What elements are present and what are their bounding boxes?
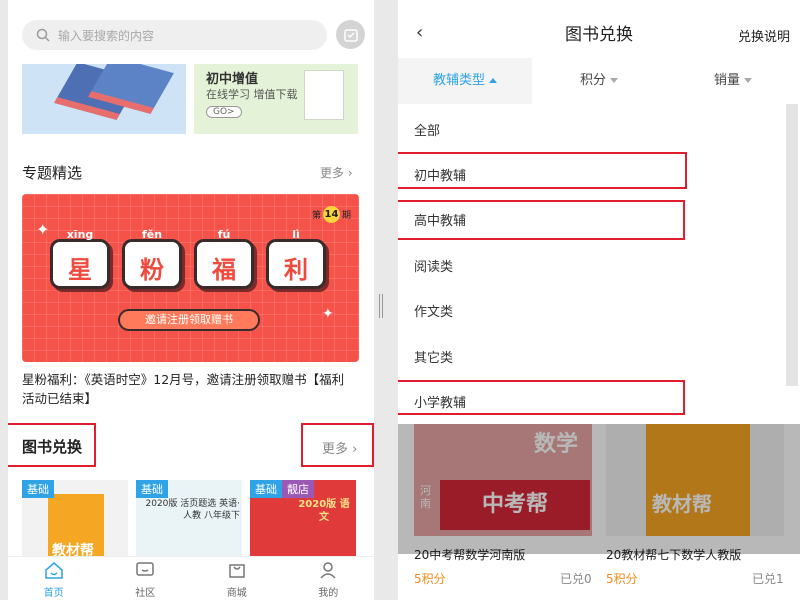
- highlight-exchange-title: [8, 423, 96, 467]
- promo-char-fu: fú 福: [194, 228, 254, 289]
- banner-junior-extra[interactable]: 初中增值 在线学习 增值下载 GO>: [194, 64, 358, 134]
- search-placeholder: 输入要搜索的内容: [58, 28, 155, 43]
- filter-bar: 教辅类型 积分 销量: [398, 58, 800, 104]
- book-card[interactable]: 教材帮 基础: [22, 480, 128, 560]
- book-cover-text: 2020版 活页题选 英语·人教 八年级下: [145, 499, 241, 521]
- book-points: 5积分: [606, 572, 638, 586]
- calendar-button[interactable]: [336, 20, 365, 49]
- promo-char-xing: xīng 星: [50, 228, 110, 289]
- issue-number: 14: [323, 206, 341, 223]
- community-icon: [136, 562, 154, 576]
- book-card[interactable]: 2020版 活页题选 英语·人教 八年级下 基础: [136, 480, 242, 560]
- special-more-link[interactable]: 更多 ›: [320, 164, 353, 181]
- banner-title: 初中增值: [206, 72, 259, 87]
- pane-divider[interactable]: [379, 294, 383, 318]
- book-points: 5积分: [414, 572, 446, 586]
- caret-up-icon: [489, 78, 497, 83]
- dropdown-mask[interactable]: [398, 424, 800, 554]
- option-writing[interactable]: 作文类: [414, 301, 453, 320]
- promo-caption: 星粉福利：《英语时空》12月号，邀请注册领取赠书【福利活动已结束】: [22, 372, 345, 406]
- exchange-help-link[interactable]: 兑换说明: [738, 26, 790, 45]
- tab-community[interactable]: 社区: [100, 557, 192, 600]
- highlight-junior: [398, 152, 687, 189]
- book-redeemed: 已兑1: [752, 572, 784, 586]
- go-button[interactable]: GO>: [206, 106, 242, 118]
- tab-home[interactable]: 首页: [8, 557, 100, 600]
- book-cover-text: 2020版 语文: [298, 499, 350, 523]
- bottom-tab-bar: 首页 社区 商城 我的: [8, 556, 374, 600]
- tab-label: 首页: [43, 588, 64, 599]
- caret-down-icon: [610, 78, 618, 83]
- promo-char-fen: fěn 粉: [122, 228, 182, 289]
- sparkle-icon: ✦: [36, 220, 50, 239]
- filter-type[interactable]: 教辅类型: [398, 58, 532, 104]
- banner-subtitle: 在线学习 增值下载: [206, 88, 298, 101]
- home-panel: 输入要搜索的内容 初中增值 在线学习 增值下载 GO> 专题精选 更多 › ✦ …: [8, 0, 374, 600]
- banner-textbooks[interactable]: [22, 64, 186, 134]
- tab-shop[interactable]: 商城: [191, 557, 283, 600]
- search-input[interactable]: 输入要搜索的内容: [22, 20, 327, 50]
- invite-button[interactable]: 邀请注册领取赠书: [118, 309, 260, 331]
- sparkle-icon: ✦: [322, 306, 334, 322]
- book-card[interactable]: 2020版 语文 基础 靓店: [250, 480, 356, 560]
- book-redeemed: 已兑0: [560, 572, 592, 586]
- type-dropdown: 全部 初中教辅 高中教辅 阅读类 作文类 其它类 小学教辅: [398, 104, 786, 424]
- caret-down-icon: [744, 78, 752, 83]
- home-icon: [45, 562, 63, 579]
- user-icon: [320, 562, 336, 579]
- tab-label: 社区: [135, 588, 156, 599]
- tab-label: 我的: [318, 588, 339, 599]
- highlight-primary: [398, 380, 685, 415]
- option-other[interactable]: 其它类: [414, 347, 453, 366]
- book-tag: 基础: [250, 480, 282, 498]
- issue-badge: 第 14 期: [312, 206, 351, 223]
- option-reading[interactable]: 阅读类: [414, 256, 453, 275]
- special-section-title: 专题精选: [22, 164, 83, 182]
- highlight-more-link: [301, 423, 374, 467]
- highlight-senior: [398, 200, 685, 240]
- tab-label: 商城: [226, 588, 247, 599]
- exchange-header: ‹ 图书兑换 兑换说明: [398, 0, 800, 58]
- book-thumbnail: [304, 70, 344, 120]
- promo-banner[interactable]: ✦ ✦ 第 14 期 xīng 星 fěn 粉 fú 福 lì 利 邀请注册领取赠书: [22, 194, 359, 362]
- shop-badge: 靓店: [282, 480, 314, 498]
- dropdown-scrollbar[interactable]: [786, 104, 798, 386]
- filter-sales[interactable]: 销量: [666, 58, 800, 104]
- tab-mine[interactable]: 我的: [283, 557, 375, 600]
- filter-points[interactable]: 积分: [532, 58, 666, 104]
- book-tag: 基础: [136, 480, 168, 498]
- search-icon: [36, 28, 50, 42]
- promo-char-li: lì 利: [266, 228, 326, 289]
- option-all[interactable]: 全部: [414, 120, 440, 139]
- exchange-panel: ‹ 图书兑换 兑换说明 教辅类型 积分 销量 全部 初中教辅 高中教辅 阅读类 …: [398, 0, 800, 600]
- shop-icon: [229, 564, 245, 578]
- book-tag: 基础: [22, 480, 54, 498]
- calendar-icon: [343, 28, 358, 42]
